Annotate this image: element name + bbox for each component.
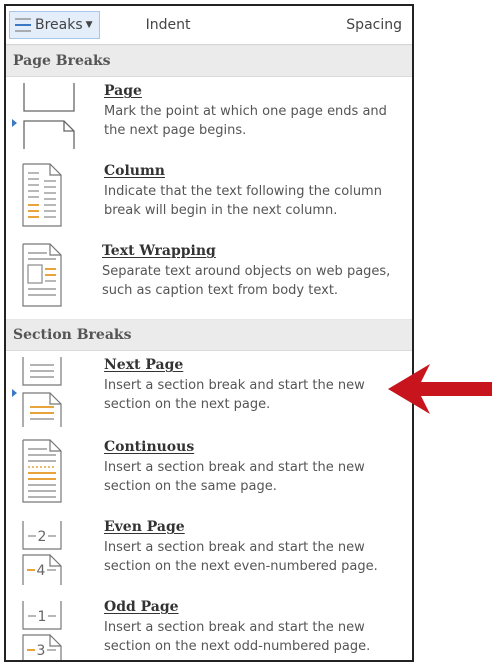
odd-page-title: Odd Page <box>104 599 179 615</box>
column-break-title: Column <box>104 163 165 179</box>
text-wrapping-desc: Separate text around objects on web page… <box>102 264 391 298</box>
text-wrapping-title: Text Wrapping <box>102 243 216 259</box>
breaks-label: Breaks <box>35 17 83 33</box>
page-break-icon <box>23 83 75 149</box>
text-wrapping-item[interactable]: Text Wrapping Separate text around objec… <box>6 237 412 319</box>
even-page-icon: 2 4 <box>22 521 62 585</box>
next-page-desc: Insert a section break and start the new… <box>104 378 365 412</box>
even-page-desc: Insert a section break and start the new… <box>104 540 378 574</box>
section-breaks-header: Section Breaks <box>6 319 412 351</box>
odd-page-top-number: 1 <box>38 609 47 625</box>
continuous-desc: Insert a section break and start the new… <box>104 460 365 494</box>
column-break-desc: Indicate that the text following the col… <box>104 184 382 218</box>
text-wrapping-icon <box>22 243 62 307</box>
continuous-item[interactable]: Continuous Insert a section break and st… <box>6 433 412 513</box>
indent-label[interactable]: Indent <box>146 17 191 33</box>
dropdown-caret-icon: ▼ <box>85 20 93 30</box>
odd-page-bottom-number: 3 <box>37 643 46 659</box>
ribbon-row: Breaks ▼ Indent Spacing <box>6 6 412 45</box>
page-breaks-header: Page Breaks <box>6 45 412 77</box>
odd-page-item[interactable]: 1 3 Odd Page Insert a section break and … <box>6 593 412 660</box>
even-page-title: Even Page <box>104 519 185 535</box>
next-page-title: Next Page <box>104 357 184 373</box>
even-page-item[interactable]: 2 4 Even Page Insert a section break and… <box>6 513 412 593</box>
breaks-button[interactable]: Breaks ▼ <box>9 11 100 39</box>
next-page-icon <box>22 357 62 427</box>
annotation-arrow-icon <box>388 364 492 414</box>
even-page-top-number: 2 <box>38 529 47 545</box>
odd-page-icon: 1 3 <box>22 601 62 660</box>
spacing-label[interactable]: Spacing <box>346 17 402 33</box>
even-page-bottom-number: 4 <box>37 563 46 579</box>
column-break-icon <box>22 163 62 227</box>
continuous-icon <box>22 439 62 503</box>
selection-marker-icon <box>12 119 17 127</box>
breaks-icon <box>15 18 31 32</box>
column-break-item[interactable]: Column Indicate that the text following … <box>6 157 412 237</box>
selection-marker-icon <box>12 389 17 397</box>
page-break-desc: Mark the point at which one page ends an… <box>104 104 387 138</box>
page-break-item[interactable]: Page Mark the point at which one page en… <box>6 77 412 157</box>
continuous-title: Continuous <box>104 439 195 455</box>
page-break-title: Page <box>104 83 142 99</box>
breaks-dropdown-menu: Breaks ▼ Indent Spacing Page Breaks Page… <box>4 4 414 662</box>
next-page-item[interactable]: Next Page Insert a section break and sta… <box>6 351 412 433</box>
odd-page-desc: Insert a section break and start the new… <box>104 620 371 654</box>
